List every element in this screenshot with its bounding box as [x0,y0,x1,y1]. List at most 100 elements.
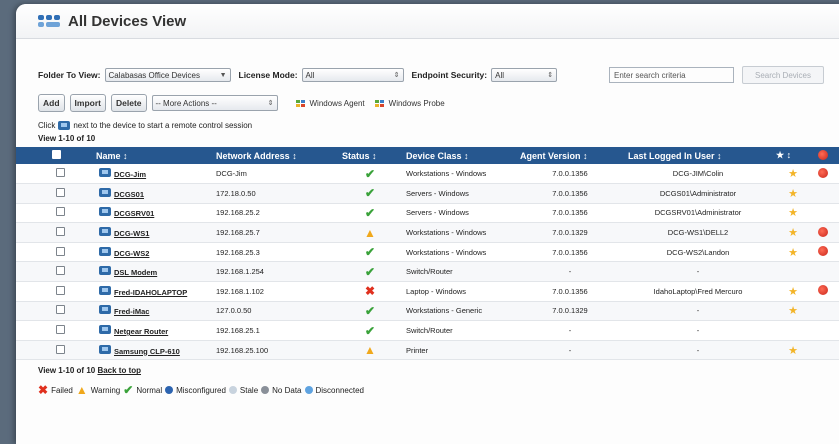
remote-control-icon[interactable] [99,325,111,335]
alert-cell [814,340,839,360]
column-status[interactable]: Status ↕ [338,147,402,164]
table-row[interactable]: DCG-WS2 192.168.25.3 ✔ Workstations - Windo… [16,242,839,262]
row-checkbox[interactable] [56,344,65,354]
license-select-value: All [305,70,315,80]
table-row[interactable]: Fred-IDAHOLAPTOP 192.168.1.102 ✖ Laptop - W… [16,281,839,302]
agent-version: 7.0.0.1356 [552,247,588,257]
add-button[interactable]: Add [38,94,65,112]
remote-control-icon[interactable] [99,246,111,256]
remote-control-icon[interactable] [99,207,111,217]
last-logged-in-user: DCGSRV01\Administrator [654,208,742,218]
more-actions-select[interactable]: -- More Actions -- ⇕ [151,95,278,111]
table-row[interactable]: DSL Modem 192.168.1.254 ✔ Switch/Router - - [16,261,839,282]
endpoint-select[interactable]: All ⇕ [491,68,558,82]
device-name-link[interactable]: Fred-IDAHOLAPTOP [114,288,187,297]
row-checkbox[interactable] [56,187,65,197]
search-devices-button[interactable]: Search Devices [742,66,824,84]
device-name-cell: Netgear Router [92,321,212,341]
alert-shield-icon[interactable] [818,226,828,237]
star-icon[interactable]: ★ [788,305,798,317]
endpoint-select-value: All [495,70,504,80]
normal-icon: ✔ [364,205,376,220]
device-name-link[interactable]: DCGSRV01 [114,209,154,218]
row-checkbox[interactable] [56,168,65,178]
remote-control-icon[interactable] [99,305,111,315]
select-all-checkbox[interactable] [52,150,61,159]
network-address: 192.168.1.102 [216,286,264,296]
row-checkbox[interactable] [56,266,65,276]
column-alerts [814,147,839,164]
delete-button[interactable]: Delete [110,94,147,112]
table-row[interactable]: DCG-Jim DCG-Jim ✔ Workstations - Windows 7.0… [16,164,839,184]
devices-table: Name ↕ Network Address ↕ Status ↕ Device… [16,147,839,360]
column-agent-version[interactable]: Agent Version ↕ [516,147,624,164]
windows-agent-label: Windows Agent [309,98,365,108]
star-icon[interactable]: ★ [788,168,798,180]
table-row[interactable]: DCG-WS1 192.168.25.7 ▲ Workstations - Windo… [16,222,839,243]
table-row[interactable]: Samsung CLP-610 192.168.25.100 ▲ Printer - - ★ [16,340,839,360]
column-device-class[interactable]: Device Class ↕ [402,147,516,164]
device-name-link[interactable]: DSL Modem [114,268,157,277]
device-name-link[interactable]: DCG-WS1 [114,229,149,238]
column-favorite[interactable]: ★ ↕ [772,147,814,164]
row-checkbox[interactable] [56,227,65,237]
table-row[interactable]: DCGSRV01 192.168.25.2 ✔ Servers - Windows 7.… [16,203,839,223]
endpoint-label: Endpoint Security: [411,70,488,80]
table-row[interactable]: Fred-iMac 127.0.0.50 ✔ Workstations - Gener… [16,301,839,321]
row-checkbox[interactable] [56,285,65,295]
device-name-link[interactable]: Samsung CLP-610 [114,347,180,356]
table-row[interactable]: Netgear Router 192.168.25.1 ✔ Switch/Router… [16,320,839,341]
star-icon[interactable]: ★ [788,227,798,239]
chevron-down-icon: ▼ [219,71,227,79]
folder-select[interactable]: Calabasas Office Devices ▼ [104,68,231,82]
import-button[interactable]: Import [69,94,106,112]
remote-control-icon[interactable] [99,168,111,178]
row-checkbox[interactable] [56,325,65,335]
status-cell: ✔ [338,301,402,321]
windows-agent-link[interactable]: Windows Agent [295,98,365,108]
alert-shield-icon[interactable] [818,285,828,296]
network-address: 192.168.25.3 [216,247,260,257]
remote-control-icon[interactable] [99,266,111,276]
row-checkbox[interactable] [56,207,65,217]
star-icon[interactable]: ★ [788,207,798,219]
star-icon[interactable]: ★ [788,345,798,357]
windows-probe-link[interactable]: Windows Probe [374,99,445,108]
column-last-logged-in-user[interactable]: Last Logged In User ↕ [624,147,772,164]
device-name-link[interactable]: Netgear Router [114,327,168,336]
device-class: Workstations - Windows [406,228,487,238]
network-address: 127.0.0.50 [216,306,252,316]
column-name[interactable]: Name ↕ [92,147,212,164]
row-checkbox[interactable] [56,305,65,315]
alert-shield-icon[interactable] [818,167,828,178]
chevron-updown-icon: ⇕ [393,72,400,79]
row-checkbox-cell [16,282,92,302]
back-to-top-link[interactable]: Back to top [97,366,141,375]
agent-version: 7.0.0.1356 [552,169,588,179]
table-row[interactable]: DCGS01 172.18.0.50 ✔ Servers - Windows 7.0.0… [16,183,839,204]
row-checkbox-cell [16,262,92,282]
title-bar: All Devices View [16,4,839,39]
row-checkbox[interactable] [56,246,65,256]
remote-control-icon[interactable] [99,285,111,295]
license-select[interactable]: All ⇕ [301,68,404,82]
favorite-cell: ★ [772,282,814,302]
remote-control-icon[interactable] [99,187,111,197]
normal-icon: ✔ [364,245,376,260]
favorite-cell: ★ [772,203,814,223]
legend-failed: Failed [51,385,73,395]
device-name-link[interactable]: Fred-iMac [114,307,149,316]
star-icon[interactable]: ★ [788,188,798,200]
search-input[interactable]: Enter search criteria [609,67,734,83]
device-name-link[interactable]: DCGS01 [114,190,144,199]
row-checkbox-cell [16,223,92,243]
star-icon[interactable]: ★ [788,247,798,259]
device-name-link[interactable]: DCG-Jim [114,170,146,179]
remote-control-icon[interactable] [99,344,111,354]
device-name-link[interactable]: DCG-WS2 [114,249,149,258]
alert-shield-icon[interactable] [818,246,828,257]
column-network-address[interactable]: Network Address ↕ [212,147,338,164]
star-icon[interactable]: ★ [788,286,798,298]
remote-control-icon[interactable] [99,227,111,237]
remote-control-icon [58,121,71,130]
